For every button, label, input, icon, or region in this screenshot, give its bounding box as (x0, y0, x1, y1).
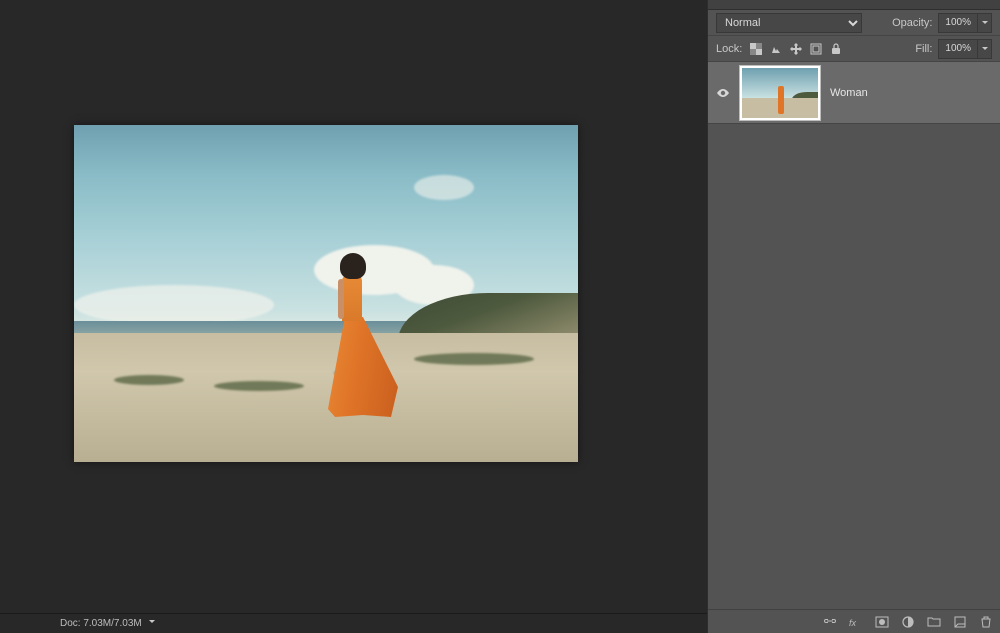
prevent-artboard-nesting-icon[interactable] (808, 41, 824, 57)
layer-thumbnail[interactable] (740, 66, 820, 120)
lock-icon-group (748, 41, 844, 57)
image-vegetation (414, 353, 534, 365)
add-mask-icon[interactable] (874, 614, 890, 630)
new-group-icon[interactable] (926, 614, 942, 630)
lock-fill-row: Lock: Fill: 100% (708, 36, 1000, 62)
layer-effects-icon[interactable]: fx (848, 614, 864, 630)
image-vegetation (214, 381, 304, 391)
chevron-down-icon[interactable] (977, 40, 991, 58)
fill-value: 100% (939, 43, 977, 54)
fill-label: Fill: (915, 43, 932, 55)
image-cloud (414, 175, 474, 200)
layers-panel-footer: fx (708, 609, 1000, 633)
status-flyout-icon[interactable] (148, 618, 156, 629)
svg-text:fx: fx (849, 618, 857, 628)
opacity-label: Opacity: (892, 17, 932, 29)
chevron-down-icon[interactable] (977, 14, 991, 32)
delete-layer-icon[interactable] (978, 614, 994, 630)
panel-tab-strip[interactable] (708, 0, 1000, 10)
visibility-eye-icon[interactable] (716, 86, 730, 100)
blend-opacity-row: Normal Opacity: 100% (708, 10, 1000, 36)
canvas-area[interactable]: Doc: 7.03M/7.03M (0, 0, 707, 633)
lock-label: Lock: (716, 43, 742, 55)
lock-all-icon[interactable] (828, 41, 844, 57)
layer-name[interactable]: Woman (830, 87, 868, 99)
layers-panel: Normal Opacity: 100% Lock: Fill: 100% (707, 0, 1000, 633)
new-layer-icon[interactable] (952, 614, 968, 630)
adjustment-layer-icon[interactable] (900, 614, 916, 630)
document-canvas[interactable] (74, 125, 578, 462)
opacity-field[interactable]: 100% (938, 13, 992, 33)
blend-mode-select[interactable]: Normal (716, 13, 862, 33)
lock-transparent-pixels-icon[interactable] (748, 41, 764, 57)
image-cloud (74, 285, 274, 325)
lock-position-icon[interactable] (788, 41, 804, 57)
layer-list[interactable]: Woman (708, 62, 1000, 609)
image-figure (318, 253, 378, 421)
document-status-bar: Doc: 7.03M/7.03M (0, 613, 707, 633)
document-status-text: Doc: 7.03M/7.03M (60, 618, 142, 629)
fill-field[interactable]: 100% (938, 39, 992, 59)
opacity-value: 100% (939, 17, 977, 28)
link-layers-icon[interactable] (822, 614, 838, 630)
layer-row[interactable]: Woman (708, 62, 1000, 124)
lock-image-pixels-icon[interactable] (768, 41, 784, 57)
image-vegetation (114, 375, 184, 385)
